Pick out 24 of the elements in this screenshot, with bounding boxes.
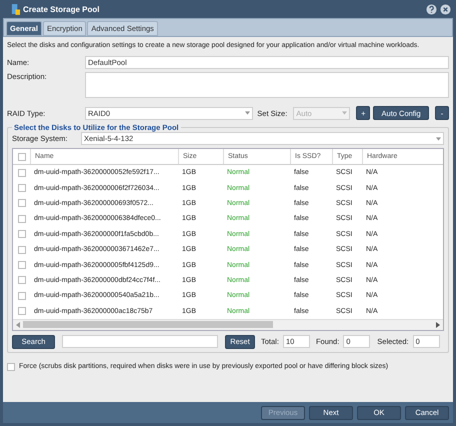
- select-all-checkbox[interactable]: [18, 152, 26, 160]
- dropdown-caret-icon: [436, 136, 441, 140]
- dropdown-caret-icon: [245, 111, 250, 115]
- search-field[interactable]: [62, 335, 218, 348]
- close-icon[interactable]: [440, 4, 451, 14]
- force-checkbox[interactable]: [7, 362, 15, 371]
- storage-icon: [11, 4, 20, 14]
- scroll-left-icon[interactable]: [16, 322, 20, 328]
- row-checkbox[interactable]: [18, 261, 26, 270]
- help-icon[interactable]: [426, 4, 437, 14]
- row-checkbox[interactable]: [18, 230, 26, 238]
- window-title: Create Storage Pool: [23, 4, 100, 14]
- row-checkbox[interactable]: [18, 214, 26, 223]
- row-checkbox[interactable]: [18, 307, 26, 316]
- description-field[interactable]: [85, 72, 449, 98]
- row-checkbox[interactable]: [18, 184, 26, 192]
- row-checkbox[interactable]: [18, 168, 26, 177]
- row-checkbox[interactable]: [18, 292, 26, 300]
- row-checkbox[interactable]: [18, 246, 26, 254]
- horizontal-scrollbar[interactable]: [13, 318, 443, 330]
- row-checkbox[interactable]: [18, 199, 26, 208]
- scroll-right-icon[interactable]: [436, 322, 440, 328]
- row-checkbox[interactable]: [18, 276, 26, 284]
- dropdown-caret-icon: [342, 111, 348, 115]
